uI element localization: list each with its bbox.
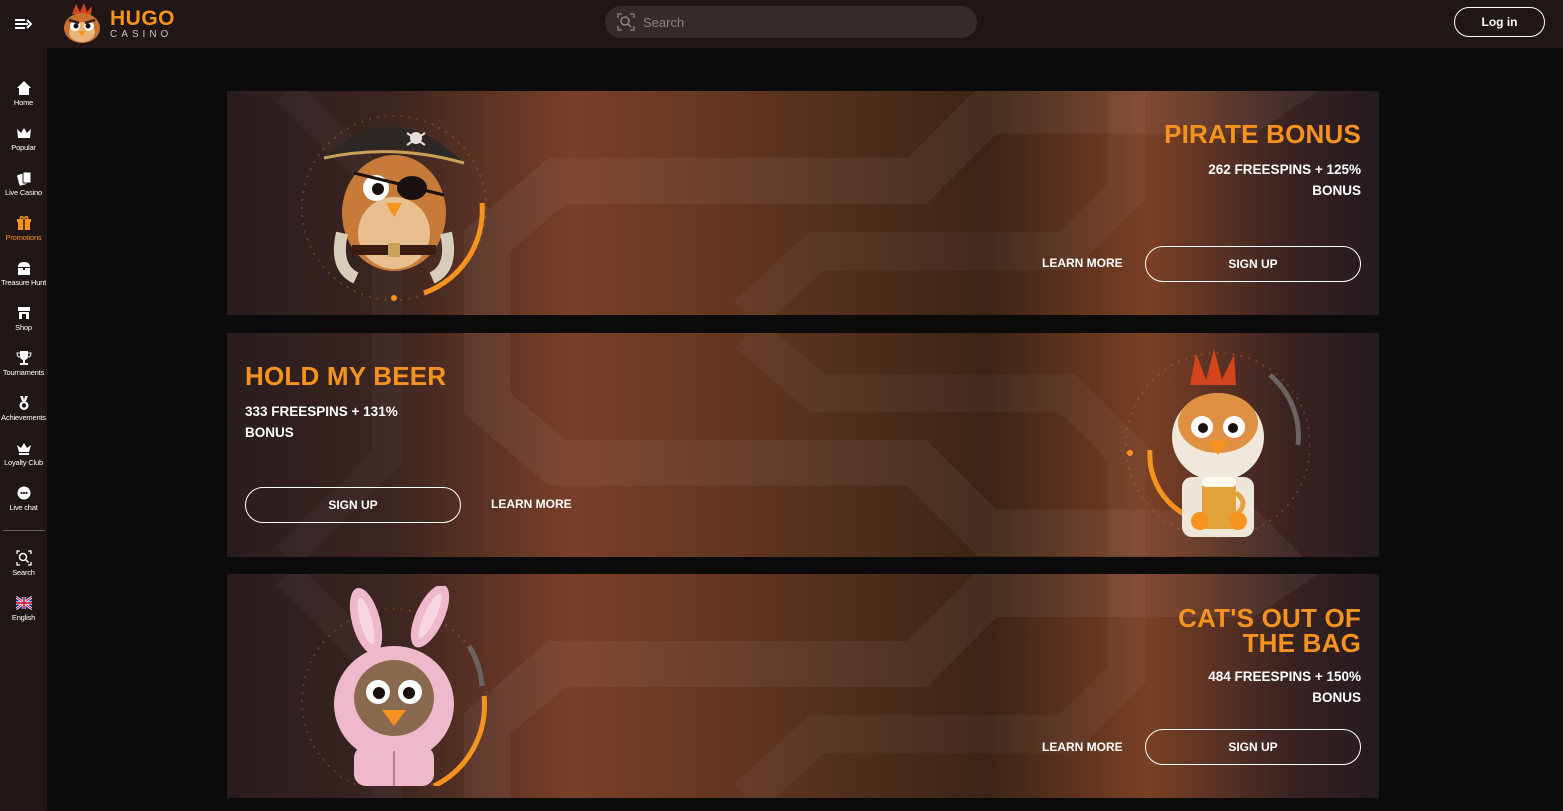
uk-flag-icon: [15, 596, 32, 610]
learn-more-link[interactable]: LEARN MORE: [1042, 740, 1123, 754]
promo-title: HOLD MY BEER: [245, 361, 447, 391]
scrollbar-track[interactable]: [1555, 48, 1563, 811]
search-icon: [617, 13, 635, 31]
search-icon: [15, 550, 32, 566]
promo-description: 333 FREESPINS + 131% BONUS: [245, 401, 645, 443]
sidebar: Home Popular Live Casino Promotions Trea…: [0, 48, 47, 811]
sidebar-item-shop[interactable]: Shop: [0, 305, 47, 345]
promo-title: CAT'S OUT OF THE BAG: [961, 605, 1361, 658]
promo-description: 262 FREESPINS + 125% BONUS: [961, 159, 1361, 201]
bunny-costume-owl-mascot: [301, 586, 487, 786]
trophy-icon: [15, 351, 32, 365]
promo-description: 484 FREESPINS + 150% BONUS: [961, 666, 1361, 708]
promo-title-line: THE BAG: [1242, 628, 1361, 658]
sidebar-item-live-casino[interactable]: Live Casino: [0, 170, 47, 210]
sidebar-item-label: Shop: [15, 323, 32, 332]
promo-banner-hold-my-beer: HOLD MY BEER 333 FREESPINS + 131% BONUS …: [227, 333, 1379, 557]
search-input[interactable]: [641, 13, 945, 31]
search-bar[interactable]: [605, 6, 977, 38]
sidebar-item-label: Tournaments: [2, 368, 45, 377]
sidebar-item-label: Live Casino: [5, 188, 42, 197]
sidebar-item-language[interactable]: English: [0, 595, 47, 635]
sign-up-button[interactable]: SIGN UP: [1145, 729, 1361, 765]
promo-description-line: 333 FREESPINS + 131%: [245, 404, 398, 419]
sidebar-item-achievements[interactable]: Achievements: [0, 395, 47, 435]
treasure-chest-icon: [17, 262, 30, 275]
sidebar-item-home[interactable]: Home: [0, 80, 47, 120]
learn-more-link[interactable]: LEARN MORE: [491, 497, 572, 511]
sidebar-item-label: Loyalty Club: [4, 458, 43, 467]
sidebar-item-label: Popular: [11, 143, 36, 152]
sidebar-item-label: Home: [13, 98, 34, 107]
logo-secondary-text: CASINO: [110, 29, 173, 40]
promo-description-line: BONUS: [1312, 690, 1361, 705]
hugo-mascot-logo-icon: [64, 3, 100, 43]
home-icon: [16, 81, 31, 95]
crown-icon: [16, 443, 31, 455]
sidebar-item-promotions[interactable]: Promotions: [0, 215, 47, 255]
cards-icon: [16, 171, 31, 186]
promo-banner-cats-out-of-the-bag: CAT'S OUT OF THE BAG 484 FREESPINS + 150…: [227, 574, 1379, 798]
gift-icon: [16, 215, 31, 230]
sidebar-item-label: Treasure Hunt: [0, 278, 47, 287]
beer-chick-mascot: [1125, 349, 1310, 538]
promo-title: PIRATE BONUS: [1164, 119, 1361, 149]
sidebar-item-live-chat[interactable]: Live chat: [0, 485, 47, 525]
promo-banner-pirate-bonus: PIRATE BONUS 262 FREESPINS + 125% BONUS …: [227, 91, 1379, 315]
promo-description-line: BONUS: [1312, 183, 1361, 198]
sidebar-item-label: Search: [12, 568, 35, 577]
promo-description-line: 484 FREESPINS + 150%: [1208, 669, 1361, 684]
medal-icon: [19, 396, 28, 410]
learn-more-link[interactable]: LEARN MORE: [1042, 256, 1123, 270]
promo-description-line: 262 FREESPINS + 125%: [1208, 162, 1361, 177]
menu-toggle-icon[interactable]: [12, 13, 34, 35]
sign-up-button[interactable]: SIGN UP: [245, 487, 461, 523]
login-button[interactable]: Log in: [1454, 7, 1545, 37]
logo-primary-text: HUGO: [110, 7, 175, 30]
sign-up-button[interactable]: SIGN UP: [1145, 246, 1361, 282]
shop-icon: [17, 307, 30, 319]
sidebar-item-loyalty-club[interactable]: Loyalty Club: [0, 440, 47, 480]
pirate-owl-mascot: [301, 115, 487, 301]
chat-icon: [17, 486, 30, 500]
sidebar-item-label: Promotions: [5, 233, 42, 242]
sidebar-item-label: Live chat: [9, 503, 38, 512]
sidebar-item-label: Achievements: [1, 413, 46, 422]
sidebar-divider: [3, 530, 45, 531]
promo-description-line: BONUS: [245, 425, 294, 440]
sidebar-item-tournaments[interactable]: Tournaments: [0, 350, 47, 390]
sidebar-item-search[interactable]: Search: [0, 550, 47, 590]
sidebar-item-popular[interactable]: Popular: [0, 125, 47, 165]
crown-icon: [16, 128, 31, 138]
sidebar-item-label: English: [11, 613, 36, 622]
sidebar-item-treasure-hunt[interactable]: Treasure Hunt: [0, 260, 47, 300]
top-bar: HUGO CASINO Log in: [0, 0, 1563, 48]
site-logo[interactable]: HUGO CASINO: [58, 2, 175, 46]
